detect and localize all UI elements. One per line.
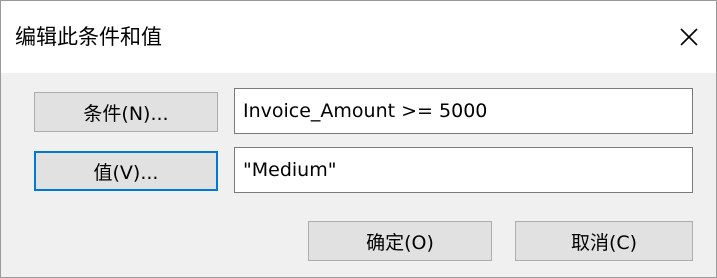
close-x-icon [680,28,698,46]
cancel-button[interactable]: 取消(C) [515,221,693,261]
close-button[interactable] [662,1,716,73]
value-button[interactable]: 值(V)... [34,151,218,191]
edit-condition-dialog: 编辑此条件和值 条件(N)... Invoice_Amount >= 5000 … [0,0,717,278]
ok-button[interactable]: 确定(O) [308,221,492,261]
title-bar: 编辑此条件和值 [1,1,716,73]
condition-input[interactable]: Invoice_Amount >= 5000 [234,88,693,134]
dialog-title: 编辑此条件和值 [15,25,162,49]
condition-button[interactable]: 条件(N)... [34,92,218,132]
value-input[interactable]: "Medium" [234,147,693,193]
